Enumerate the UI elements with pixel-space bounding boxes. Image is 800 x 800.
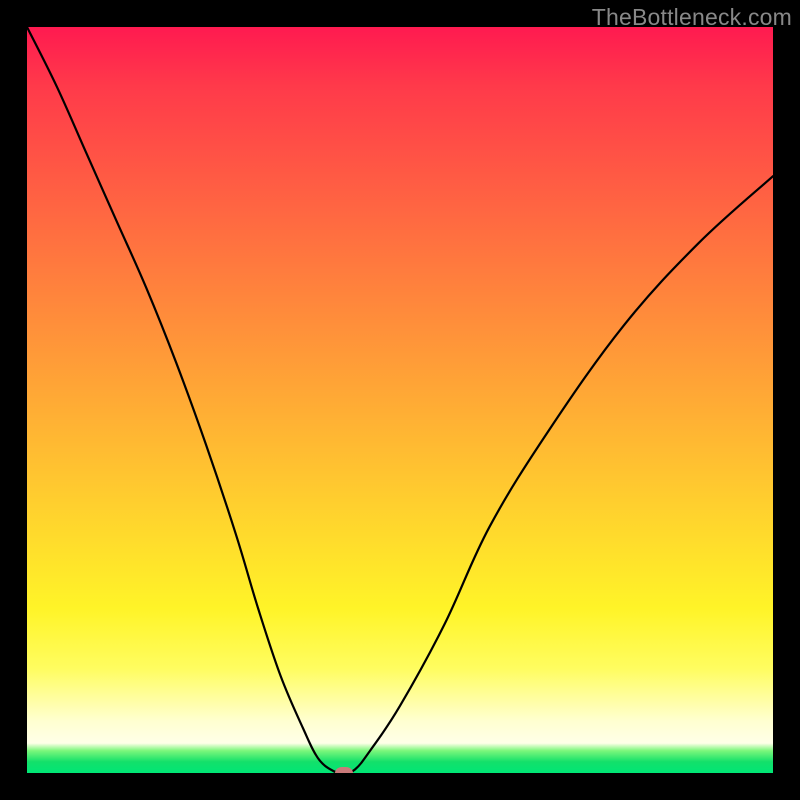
minimum-marker — [335, 767, 353, 773]
curve-svg — [27, 27, 773, 773]
plot-area — [27, 27, 773, 773]
chart-container: TheBottleneck.com — [0, 0, 800, 800]
bottleneck-curve — [27, 27, 773, 773]
